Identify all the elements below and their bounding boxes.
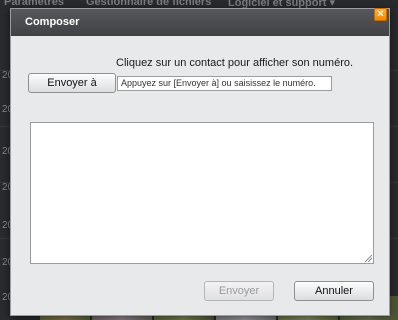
dialog-title: Composer bbox=[25, 16, 80, 28]
contact-hint-text: Cliquez sur un contact pour afficher son… bbox=[116, 57, 354, 69]
message-textarea[interactable] bbox=[30, 122, 374, 264]
send-button[interactable]: Envoyer bbox=[204, 281, 274, 301]
compose-dialog: Composer × Cliquez sur un contact pour a… bbox=[10, 8, 390, 316]
cancel-button[interactable]: Annuler bbox=[294, 281, 374, 301]
nav-item-file-manager[interactable]: Gestionnaire de fichiers bbox=[86, 0, 211, 8]
dialog-title-bar[interactable]: Composer × bbox=[11, 8, 389, 36]
nav-item-parametres[interactable]: Paramètres bbox=[4, 0, 64, 8]
close-icon[interactable]: × bbox=[374, 8, 387, 21]
send-to-button[interactable]: Envoyer à bbox=[28, 73, 116, 93]
recipient-number-input[interactable]: Appuyez sur [Envoyer à] ou saisissez le … bbox=[117, 76, 332, 91]
resize-grip-icon[interactable] bbox=[364, 254, 372, 262]
